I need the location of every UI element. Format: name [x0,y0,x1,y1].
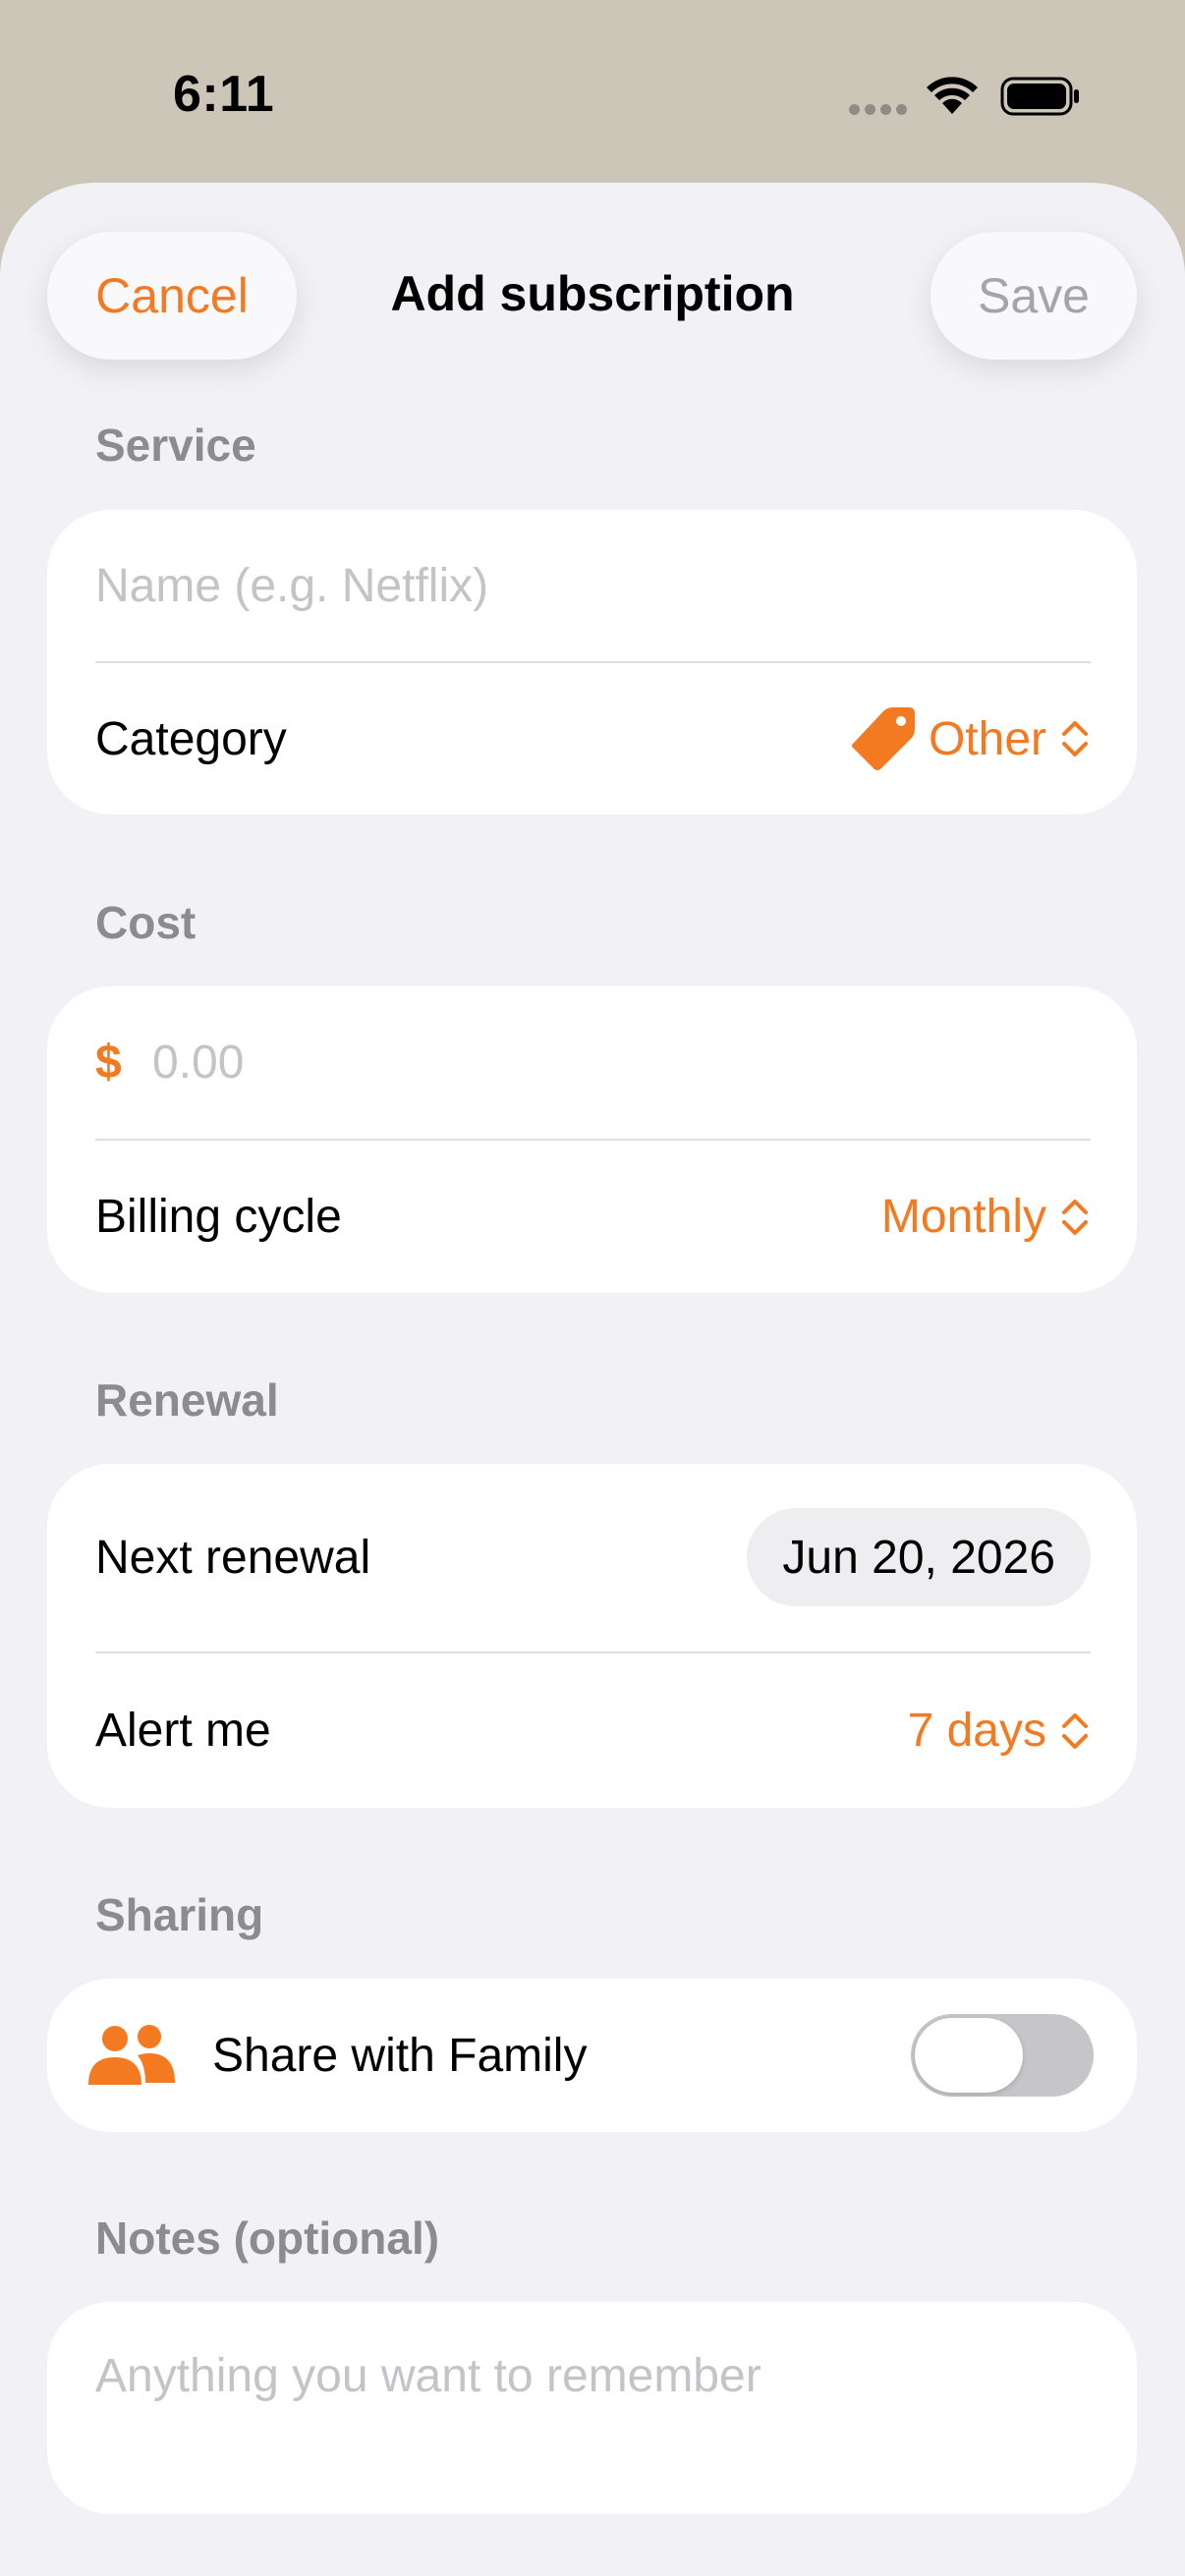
alert-label: Alert me [95,1705,271,1757]
chevron-up-down-icon [1062,1712,1088,1749]
sharing-card: Share with Family [47,1979,1137,2132]
section-label-service: Service [95,420,256,471]
section-label-notes: Notes (optional) [95,2212,440,2264]
alert-value: 7 days [907,1705,1046,1757]
tag-icon [851,707,915,770]
category-row[interactable]: Category Other [47,663,1137,814]
share-with-family-row[interactable]: Share with Family [47,1979,1137,2132]
alert-picker[interactable]: 7 days [908,1704,1092,1758]
name-input-placeholder[interactable]: Name (e.g. Netflix) [95,559,488,613]
chevron-up-down-icon [1062,1199,1088,1235]
billing-cycle-label: Billing cycle [95,1191,342,1243]
billing-cycle-row[interactable]: Billing cycle Monthly [47,1141,1137,1293]
next-renewal-label: Next renewal [95,1531,371,1584]
status-bar: 6:11 [0,0,1185,187]
toggle-knob [915,2018,1023,2093]
chevron-up-down-icon [1062,721,1088,756]
alert-row[interactable]: Alert me 7 days [47,1653,1137,1808]
next-renewal-row: Next renewal Jun 20, 2026 [47,1464,1137,1651]
renewal-card: Next renewal Jun 20, 2026 Alert me 7 day… [47,1464,1137,1808]
amount-field[interactable]: $ 0.00 [47,986,1137,1139]
amount-input-placeholder[interactable]: 0.00 [152,1036,244,1090]
wifi-icon [927,77,978,114]
cellular-dots-icon [849,104,908,116]
billing-cycle-value: Monthly [880,1191,1046,1243]
category-label: Category [95,712,287,765]
category-value: Other [928,712,1046,765]
share-with-family-label: Share with Family [212,2029,588,2082]
section-label-cost: Cost [95,897,197,948]
currency-symbol: $ [95,1036,122,1089]
category-picker[interactable]: Other [836,703,1092,774]
share-with-family-toggle[interactable] [911,2014,1094,2097]
notes-input-placeholder[interactable]: Anything you want to remember [95,2349,762,2403]
status-time: 6:11 [173,66,275,123]
section-label-renewal: Renewal [95,1374,279,1426]
cost-card: $ 0.00 Billing cycle Monthly [47,986,1137,1293]
next-renewal-date-picker[interactable]: Jun 20, 2026 [747,1508,1091,1606]
billing-cycle-picker[interactable]: Monthly [881,1190,1092,1244]
battery-icon [1000,77,1079,116]
service-card: Name (e.g. Netflix) Category Other [47,510,1137,814]
section-label-sharing: Sharing [95,1889,264,1940]
family-icon [88,2025,175,2085]
name-field[interactable]: Name (e.g. Netflix) [47,510,1137,661]
add-subscription-sheet: Cancel Add subscription Save Service Nam… [0,183,1185,2576]
save-button[interactable]: Save [931,232,1137,360]
notes-card[interactable]: Anything you want to remember [47,2302,1137,2514]
